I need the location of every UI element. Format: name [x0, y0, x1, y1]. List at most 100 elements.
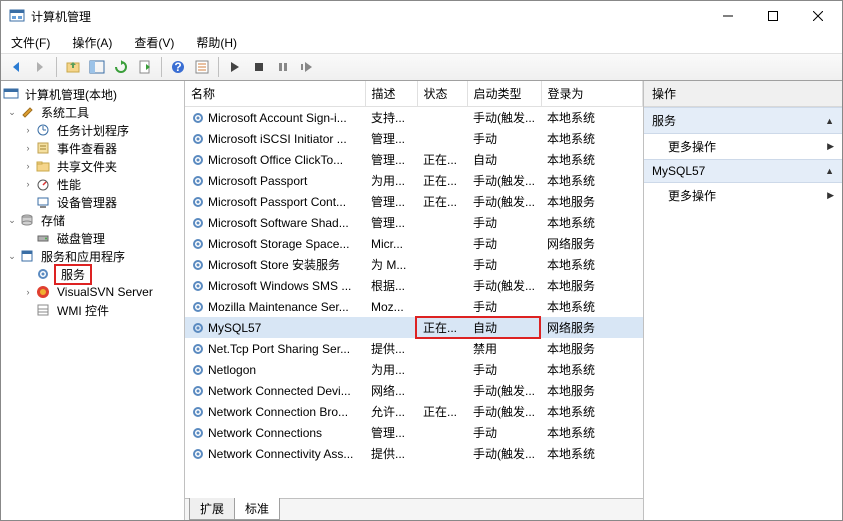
actions-pane: 操作 服务▲ 更多操作▶ MySQL57▲ 更多操作▶	[644, 81, 842, 520]
cell-status	[417, 338, 467, 359]
tree-eventviewer[interactable]: ›事件查看器	[1, 139, 184, 157]
cell-logon: 本地服务	[541, 380, 643, 401]
export-button[interactable]	[134, 56, 156, 78]
col-logon[interactable]: 登录为	[541, 81, 643, 107]
properties-button[interactable]	[191, 56, 213, 78]
restart-button[interactable]	[296, 56, 318, 78]
service-row[interactable]: Microsoft Store 安装服务为 M...手动本地系统	[185, 254, 643, 275]
submenu-icon: ▶	[827, 190, 834, 201]
close-button[interactable]	[795, 1, 840, 31]
service-row[interactable]: Mozilla Maintenance Ser...Moz...手动本地系统	[185, 296, 643, 317]
service-row[interactable]: Microsoft Passport Cont...管理...正在...手动(触…	[185, 191, 643, 212]
folder-icon	[35, 158, 51, 174]
service-row[interactable]: Microsoft Windows SMS ...根据...手动(触发...本地…	[185, 275, 643, 296]
expand-icon[interactable]: ›	[21, 159, 35, 173]
minimize-button[interactable]	[705, 1, 750, 31]
service-row[interactable]: Network Connections管理...手动本地系统	[185, 422, 643, 443]
cell-name: Mozilla Maintenance Ser...	[185, 296, 365, 317]
apps-icon	[19, 248, 35, 264]
show-hide-tree-button[interactable]	[86, 56, 108, 78]
service-row[interactable]: Microsoft Passport为用...正在...手动(触发...本地系统	[185, 170, 643, 191]
gear-icon	[191, 174, 205, 188]
actions-more-2[interactable]: 更多操作▶	[644, 183, 842, 208]
maximize-button[interactable]	[750, 1, 795, 31]
stop-button[interactable]	[248, 56, 270, 78]
collapse-icon[interactable]: ⌄	[5, 213, 19, 227]
tree-devmgr[interactable]: 设备管理器	[1, 193, 184, 211]
pause-button[interactable]	[272, 56, 294, 78]
cell-status	[417, 359, 467, 380]
toolbar-separator	[56, 57, 57, 77]
collapse-icon: ▲	[825, 166, 834, 176]
cell-desc: 管理...	[365, 149, 417, 170]
cell-startup: 手动	[467, 233, 541, 254]
tree-wmi[interactable]: WMI 控件	[1, 301, 184, 319]
tree-scheduler[interactable]: ›任务计划程序	[1, 121, 184, 139]
tree-svcapp[interactable]: ⌄服务和应用程序	[1, 247, 184, 265]
service-row[interactable]: MySQL57正在...自动网络服务	[185, 317, 643, 338]
help-button[interactable]: ?	[167, 56, 189, 78]
tree-services[interactable]: 服务	[1, 265, 184, 283]
cell-desc: 为用...	[365, 170, 417, 191]
col-startup[interactable]: 启动类型	[467, 81, 541, 107]
actions-more-1[interactable]: 更多操作▶	[644, 134, 842, 159]
expand-icon[interactable]: ›	[21, 285, 35, 299]
gear-icon	[191, 153, 205, 167]
cell-desc: 支持...	[365, 107, 417, 129]
expand-icon[interactable]: ›	[21, 141, 35, 155]
event-icon	[35, 140, 51, 156]
cell-desc: 管理...	[365, 191, 417, 212]
service-row[interactable]: Microsoft Software Shad...管理...手动本地系统	[185, 212, 643, 233]
col-desc[interactable]: 描述	[365, 81, 417, 107]
menu-help[interactable]: 帮助(H)	[192, 32, 241, 53]
services-list[interactable]: 名称 描述 状态 启动类型 登录为 Microsoft Account Sign…	[185, 81, 643, 498]
service-row[interactable]: Microsoft Account Sign-i...支持...手动(触发...…	[185, 107, 643, 129]
gear-icon	[191, 384, 205, 398]
service-row[interactable]: Microsoft Storage Space...Micr...手动网络服务	[185, 233, 643, 254]
back-button[interactable]	[5, 56, 27, 78]
gear-icon	[191, 216, 205, 230]
cell-logon: 本地系统	[541, 296, 643, 317]
cell-status: 正在...	[417, 170, 467, 191]
menu-file[interactable]: 文件(F)	[7, 32, 54, 53]
up-button[interactable]	[62, 56, 84, 78]
tree-diskmgr[interactable]: 磁盘管理	[1, 229, 184, 247]
cell-startup: 手动(触发...	[467, 275, 541, 296]
collapse-icon[interactable]: ⌄	[5, 249, 19, 263]
actions-section-selected[interactable]: MySQL57▲	[644, 159, 842, 183]
service-row[interactable]: Microsoft Office ClickTo...管理...正在...自动本…	[185, 149, 643, 170]
service-row[interactable]: Net.Tcp Port Sharing Ser...提供...禁用本地服务	[185, 338, 643, 359]
service-row[interactable]: Network Connectivity Ass...提供...手动(触发...…	[185, 443, 643, 464]
refresh-button[interactable]	[110, 56, 132, 78]
tree-root[interactable]: 计算机管理(本地)	[1, 85, 184, 103]
app-window: 计算机管理 文件(F) 操作(A) 查看(V) 帮助(H) ? 计算机管理(本地…	[0, 0, 843, 521]
collapse-icon[interactable]: ⌄	[5, 105, 19, 119]
col-name[interactable]: 名称	[185, 81, 365, 107]
tab-extended[interactable]: 扩展	[189, 498, 235, 520]
tab-standard[interactable]: 标准	[234, 498, 280, 520]
nav-tree[interactable]: 计算机管理(本地) ⌄系统工具 ›任务计划程序 ›事件查看器 ›共享文件夹 ›性…	[1, 81, 185, 520]
cell-startup: 手动	[467, 359, 541, 380]
service-row[interactable]: Microsoft iSCSI Initiator ...管理...手动本地系统	[185, 128, 643, 149]
tree-visualsvn[interactable]: ›VisualSVN Server	[1, 283, 184, 301]
tree-shared[interactable]: ›共享文件夹	[1, 157, 184, 175]
cell-name: Microsoft Passport	[185, 170, 365, 191]
service-row[interactable]: Network Connected Devi...网络...手动(触发...本地…	[185, 380, 643, 401]
forward-button[interactable]	[29, 56, 51, 78]
service-row[interactable]: Netlogon为用...手动本地系统	[185, 359, 643, 380]
cell-desc: 管理...	[365, 128, 417, 149]
cell-name: Microsoft Windows SMS ...	[185, 275, 365, 296]
menu-view[interactable]: 查看(V)	[130, 32, 178, 53]
cell-logon: 本地服务	[541, 275, 643, 296]
expand-icon[interactable]: ›	[21, 123, 35, 137]
col-status[interactable]: 状态	[417, 81, 467, 107]
tree-storage[interactable]: ⌄存储	[1, 211, 184, 229]
tree-perf[interactable]: ›性能	[1, 175, 184, 193]
cell-name: Network Connection Bro...	[185, 401, 365, 422]
service-row[interactable]: Network Connection Bro...允许...正在...手动(触发…	[185, 401, 643, 422]
tree-systools[interactable]: ⌄系统工具	[1, 103, 184, 121]
menu-action[interactable]: 操作(A)	[68, 32, 116, 53]
actions-section-services[interactable]: 服务▲	[644, 107, 842, 134]
play-button[interactable]	[224, 56, 246, 78]
expand-icon[interactable]: ›	[21, 177, 35, 191]
